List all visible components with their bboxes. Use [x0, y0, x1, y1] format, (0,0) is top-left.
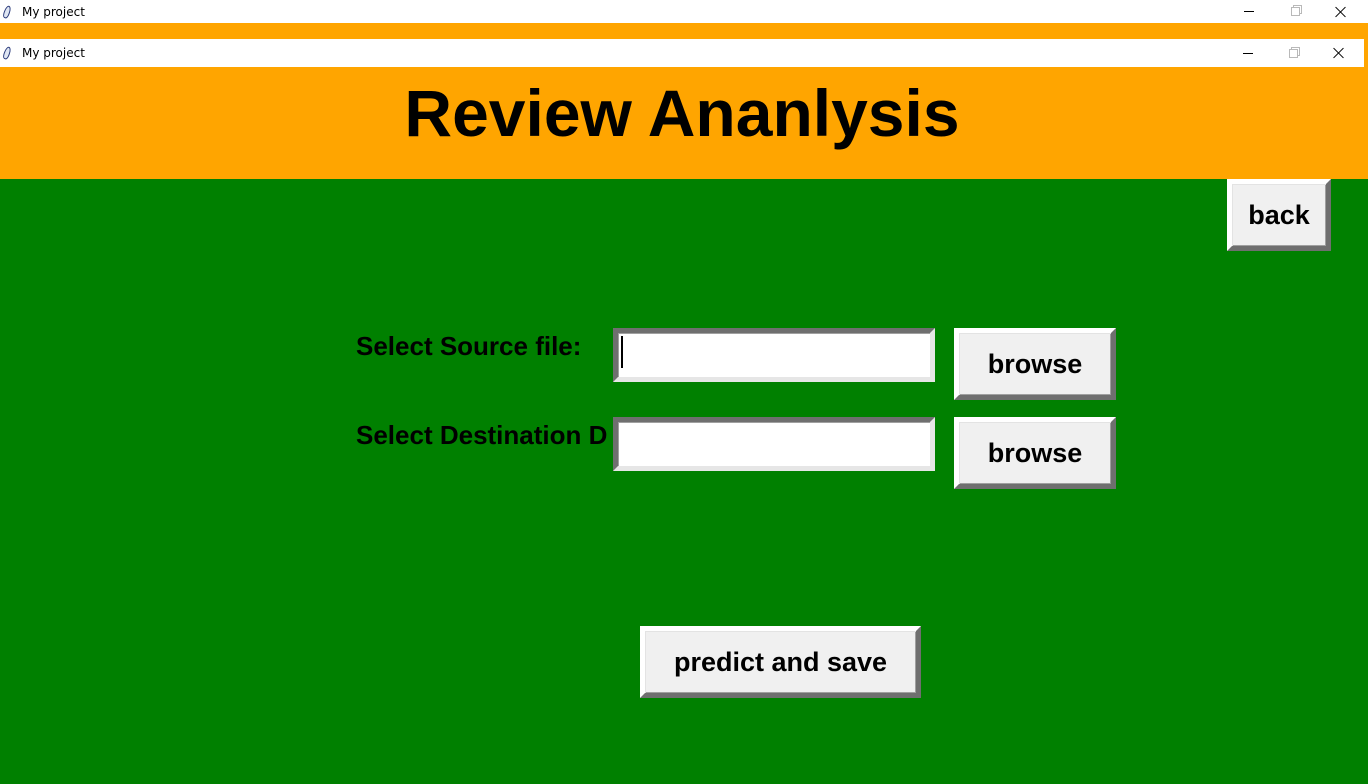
predict-and-save-button[interactable]: predict and save [640, 626, 921, 698]
minimize-button[interactable] [1226, 0, 1272, 23]
feather-icon [1, 45, 13, 61]
source-browse-button[interactable]: browse [954, 328, 1116, 400]
close-button[interactable] [1318, 0, 1364, 23]
restore-button[interactable] [1270, 39, 1316, 67]
header-banner: Review Ananlysis [0, 67, 1364, 179]
destination-browse-button[interactable]: browse [954, 417, 1116, 489]
outer-window-titlebar[interactable]: My project [0, 0, 1368, 23]
minimize-button[interactable] [1225, 39, 1271, 67]
page-title: Review Ananlysis [404, 76, 960, 150]
outer-window-title: My project [22, 4, 85, 19]
inner-window-title: My project [22, 46, 85, 60]
back-button[interactable]: back [1227, 179, 1331, 251]
inner-window-titlebar[interactable]: My project [0, 39, 1364, 67]
source-file-label: Select Source file: [356, 331, 582, 361]
source-file-input[interactable] [613, 328, 935, 382]
restore-button[interactable] [1272, 0, 1318, 23]
close-button[interactable] [1316, 39, 1362, 67]
feather-icon [1, 4, 13, 19]
restore-icon [1288, 48, 1298, 58]
close-icon [1333, 47, 1345, 59]
restore-icon [1290, 7, 1300, 16]
minimize-icon [1244, 11, 1254, 12]
close-icon [1335, 6, 1347, 18]
text-caret [621, 336, 623, 368]
destination-label: Select Destination D [356, 420, 608, 450]
minimize-icon [1243, 52, 1253, 54]
destination-input[interactable] [613, 417, 935, 471]
